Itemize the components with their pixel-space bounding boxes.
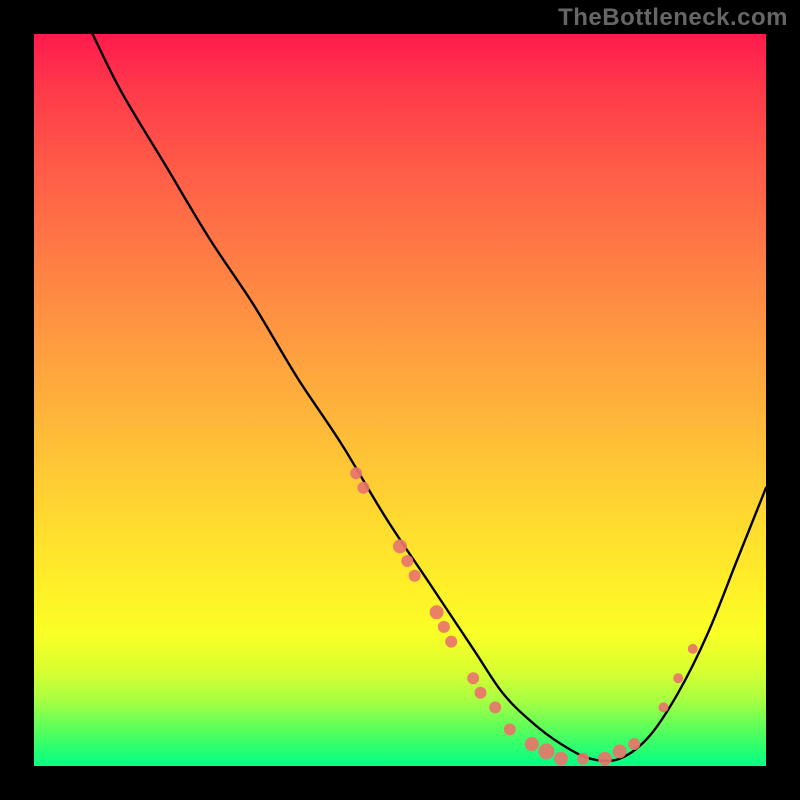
curve-marker	[401, 555, 413, 567]
curve-marker	[628, 738, 640, 750]
curve-marker	[538, 743, 554, 759]
watermark-text: TheBottleneck.com	[558, 4, 788, 32]
chart-frame: TheBottleneck.com	[0, 0, 800, 800]
plot-inner	[34, 34, 766, 766]
curve-marker	[577, 753, 589, 765]
curve-marker	[613, 744, 627, 758]
curve-markers	[350, 467, 698, 766]
curve-marker	[688, 644, 698, 654]
curve-marker	[504, 723, 516, 735]
curve-marker	[525, 737, 539, 751]
curve-marker	[445, 636, 457, 648]
curve-marker	[393, 539, 407, 553]
curve-marker	[409, 570, 421, 582]
bottleneck-curve	[93, 34, 766, 761]
curve-marker	[598, 752, 612, 766]
curve-marker	[357, 482, 369, 494]
curve-marker	[554, 752, 568, 766]
curve-marker	[430, 605, 444, 619]
curve-marker	[673, 673, 683, 683]
curve-marker	[475, 687, 487, 699]
curve-marker	[489, 701, 501, 713]
plot-area	[34, 34, 766, 766]
curve-marker	[659, 702, 669, 712]
curve-marker	[350, 467, 362, 479]
curve-layer	[34, 34, 766, 766]
curve-marker	[438, 621, 450, 633]
curve-marker	[467, 672, 479, 684]
